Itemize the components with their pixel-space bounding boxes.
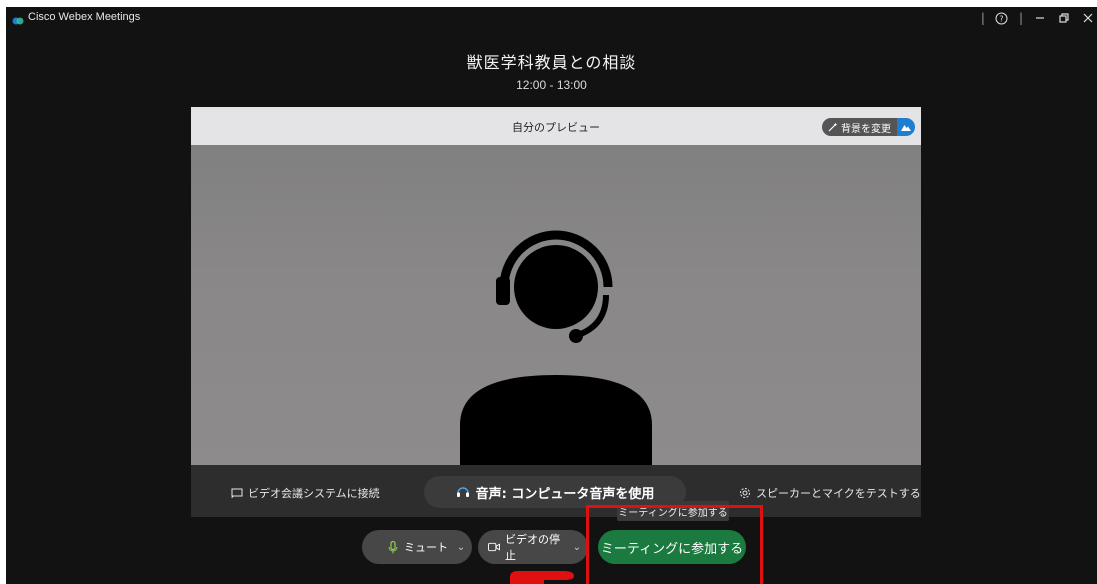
preview-header: 自分のプレビュー 背景を変更 — [191, 107, 921, 145]
app-title: Cisco Webex Meetings — [28, 11, 141, 23]
minimize-button[interactable] — [1033, 10, 1047, 26]
preview-footer: ビデオ会議システムに接続 音声: コンピュータ音声を使用 スピーカーとマイクをテ… — [191, 465, 921, 517]
restore-button[interactable] — [1057, 10, 1071, 26]
video-preview — [191, 145, 921, 465]
close-icon — [1083, 13, 1093, 23]
title-bar: Cisco Webex Meetings | ? | — [6, 7, 1097, 29]
video-options-chevron-down-icon[interactable]: ⌄ — [566, 542, 588, 553]
help-button[interactable]: ? — [995, 10, 1009, 26]
audio-connection-label: 音声: コンピュータ音声を使用 — [475, 486, 655, 502]
change-background-main[interactable]: 背景を変更 — [822, 118, 897, 136]
svg-text:?: ? — [1000, 14, 1004, 23]
stop-video-label: ビデオの停止 — [505, 533, 561, 562]
cast-icon — [231, 488, 243, 498]
headset-icon — [456, 487, 469, 497]
separator: | — [980, 11, 985, 25]
minimize-icon — [1036, 17, 1044, 19]
mute-options-chevron-down-icon[interactable]: ⌄ — [450, 542, 472, 553]
change-background-label: 背景を変更 — [841, 123, 891, 135]
self-preview-panel: 自分のプレビュー 背景を変更 ビデオ会議システムに接続 音声: コンピュータ音声… — [191, 107, 921, 517]
mountain-icon — [901, 125, 911, 131]
background-options-button[interactable] — [897, 118, 915, 136]
separator: | — [1018, 11, 1023, 25]
webex-logo-icon — [12, 12, 24, 25]
mute-button[interactable]: ミュート ⌄ — [362, 530, 472, 564]
stop-video-button[interactable]: ビデオの停止 ⌄ — [478, 530, 588, 564]
meeting-time: 12:00 - 13:00 — [516, 78, 587, 92]
connect-video-system-label: ビデオ会議システムに接続 — [248, 487, 380, 500]
screen-frame: Cisco Webex Meetings | ? | 獣医学科教員との相談 12… — [0, 0, 1097, 584]
preview-title: 自分のプレビュー — [512, 121, 600, 134]
window-controls: | ? | — [981, 9, 1095, 27]
magic-wand-icon — [828, 122, 838, 132]
gear-icon — [740, 488, 750, 498]
webex-window: Cisco Webex Meetings | ? | 獣医学科教員との相談 12… — [6, 7, 1097, 584]
test-speaker-mic-button[interactable]: スピーカーとマイクをテストする — [739, 485, 921, 501]
pointing-hand-icon — [510, 571, 574, 584]
annotation-highlight-box — [586, 505, 763, 584]
help-icon: ? — [995, 12, 1008, 24]
restore-icon — [1059, 13, 1069, 23]
close-button[interactable] — [1081, 10, 1095, 26]
microphone-icon — [388, 540, 398, 553]
mute-main[interactable]: ミュート — [362, 539, 450, 555]
mute-label: ミュート — [404, 541, 448, 554]
stop-video-main[interactable]: ビデオの停止 — [478, 531, 566, 563]
meeting-title: 獣医学科教員との相談 — [466, 53, 637, 72]
test-speaker-mic-label: スピーカーとマイクをテストする — [756, 487, 921, 500]
change-background-button[interactable]: 背景を変更 — [822, 118, 915, 136]
video-camera-icon — [488, 542, 501, 552]
headset-user-icon — [460, 230, 652, 465]
connect-video-system-button[interactable]: ビデオ会議システムに接続 — [231, 485, 380, 501]
